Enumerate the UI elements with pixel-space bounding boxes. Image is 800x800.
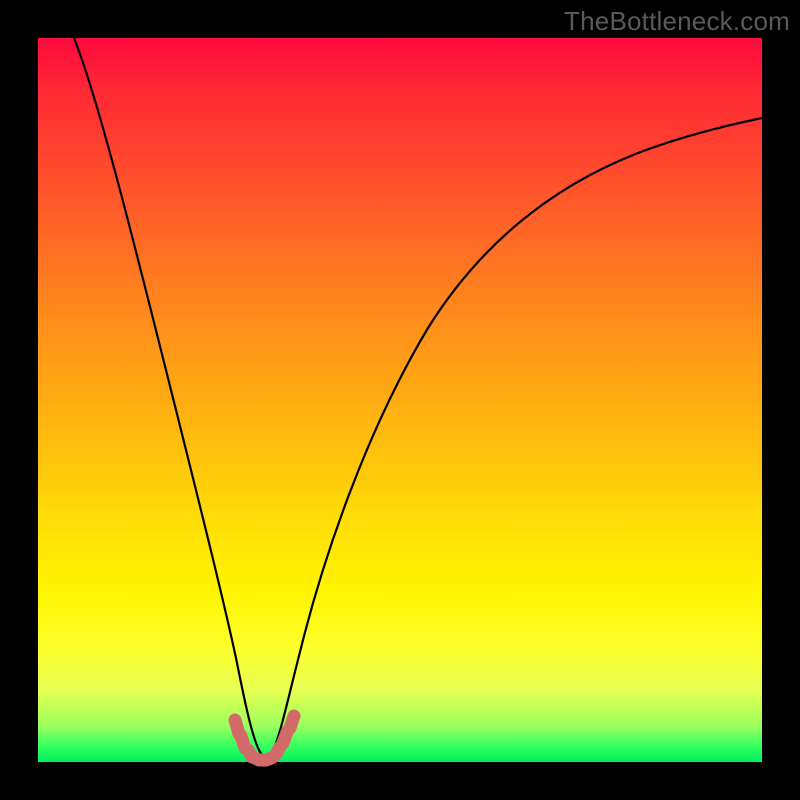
marker-dot	[290, 716, 294, 728]
marker-dot	[283, 732, 287, 743]
bottleneck-curve	[74, 38, 762, 757]
outer-frame: TheBottleneck.com	[0, 0, 800, 800]
watermark-text: TheBottleneck.com	[564, 6, 790, 37]
min-band-markers	[235, 716, 294, 760]
plot-area	[38, 38, 762, 762]
curve-layer	[38, 38, 762, 762]
